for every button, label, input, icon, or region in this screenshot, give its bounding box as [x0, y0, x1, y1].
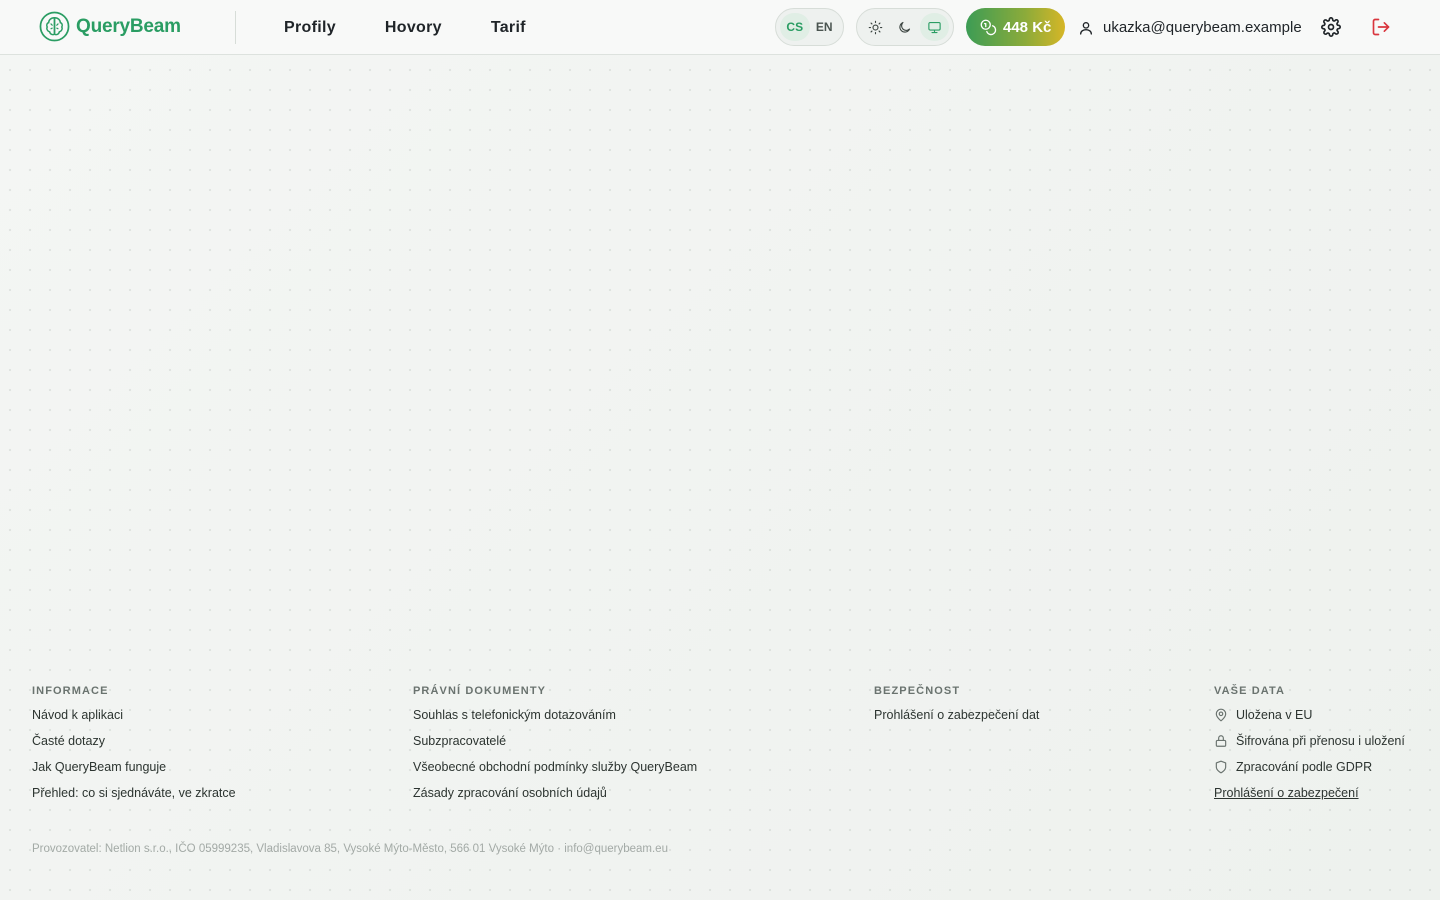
footer-heading-info: INFORMACE: [32, 685, 109, 697]
nav-tarif[interactable]: Tarif: [491, 19, 526, 37]
data-item-eu: Uložena v EU: [1214, 705, 1405, 731]
moon-icon: [899, 21, 911, 33]
footer-column-data: VAŠE DATA Uložena v EU Šifrována při pře…: [1214, 682, 1405, 809]
data-item-gdpr-label: Zpracování podle GDPR: [1236, 760, 1373, 774]
footer-heading-data: VAŠE DATA: [1214, 685, 1286, 697]
coins-icon: [980, 19, 997, 36]
gear-icon[interactable]: [1321, 17, 1341, 37]
theme-switcher: [856, 8, 954, 46]
footer-heading-legal: PRÁVNÍ DOKUMENTY: [413, 685, 547, 697]
theme-dark-button[interactable]: [890, 13, 919, 41]
lock-icon: [1215, 735, 1227, 747]
theme-system-button[interactable]: [919, 13, 949, 41]
user-icon: [1080, 21, 1092, 35]
data-item-eu-label: Uložena v EU: [1236, 708, 1313, 722]
top-bar: QueryBeam Profily Hovory Tarif CS EN 448…: [0, 0, 1440, 55]
user-email: ukazka@querybeam.example: [1103, 19, 1302, 36]
logo[interactable]: QueryBeam: [39, 11, 181, 42]
nav-hovory[interactable]: Hovory: [385, 19, 442, 37]
credit-amount: 448 Kč: [1003, 18, 1052, 36]
footer-link-terms[interactable]: Všeobecné obchodní podmínky služby Query…: [413, 757, 697, 783]
footer-column-info: INFORMACE Návod k aplikaci Časté dotazy …: [32, 682, 236, 809]
data-item-encryption: Šifrována při přenosu i uložení: [1214, 731, 1405, 757]
footer-link-security-statement[interactable]: Prohlášení o zabezpečení dat: [874, 705, 1039, 731]
footer-column-legal: PRÁVNÍ DOKUMENTY Souhlas s telefonickým …: [413, 682, 697, 809]
language-en-button[interactable]: EN: [810, 13, 840, 41]
theme-light-button[interactable]: [861, 13, 890, 41]
footer-link-overview[interactable]: Přehled: co si sjednáváte, ve zkratce: [32, 783, 236, 809]
footer-link-subprocessors[interactable]: Subzpracovatelé: [413, 731, 697, 757]
nav-profily[interactable]: Profily: [284, 19, 336, 37]
language-switcher: CS EN: [775, 8, 844, 46]
map-pin-icon: [1215, 708, 1227, 722]
sun-icon: [868, 20, 883, 34]
shield-icon: [1215, 760, 1227, 774]
footer-link-phone-consent[interactable]: Souhlas s telefonickým dotazováním: [413, 705, 697, 731]
data-item-gdpr: Zpracování podle GDPR: [1214, 757, 1405, 783]
footer-link-privacy[interactable]: Zásady zpracování osobních údajů: [413, 783, 697, 809]
logout-icon[interactable]: [1371, 17, 1391, 37]
main-nav: Profily Hovory Tarif: [284, 0, 575, 55]
footer-link-security-declaration[interactable]: Prohlášení o zabezpečení: [1214, 783, 1405, 809]
footer-link-how-it-works[interactable]: Jak QueryBeam funguje: [32, 757, 236, 783]
data-item-encryption-label: Šifrována při přenosu i uložení: [1236, 734, 1405, 748]
footer-heading-security: BEZPEČNOST: [874, 685, 961, 697]
header-divider: [235, 11, 236, 44]
footer-link-guide[interactable]: Návod k aplikaci: [32, 705, 236, 731]
brain-logo-icon: [39, 11, 70, 42]
logo-text: QueryBeam: [76, 15, 181, 37]
operator-info: Provozovatel: Netlion s.r.o., IČO 059992…: [32, 843, 668, 855]
monitor-icon: [928, 21, 941, 33]
footer-column-security: BEZPEČNOST Prohlášení o zabezpečení dat: [874, 682, 1039, 731]
user-account[interactable]: ukazka@querybeam.example: [1078, 0, 1302, 55]
credit-balance-button[interactable]: 448 Kč: [966, 8, 1065, 46]
language-cs-button[interactable]: CS: [780, 13, 810, 41]
footer-link-faq[interactable]: Časté dotazy: [32, 731, 236, 757]
